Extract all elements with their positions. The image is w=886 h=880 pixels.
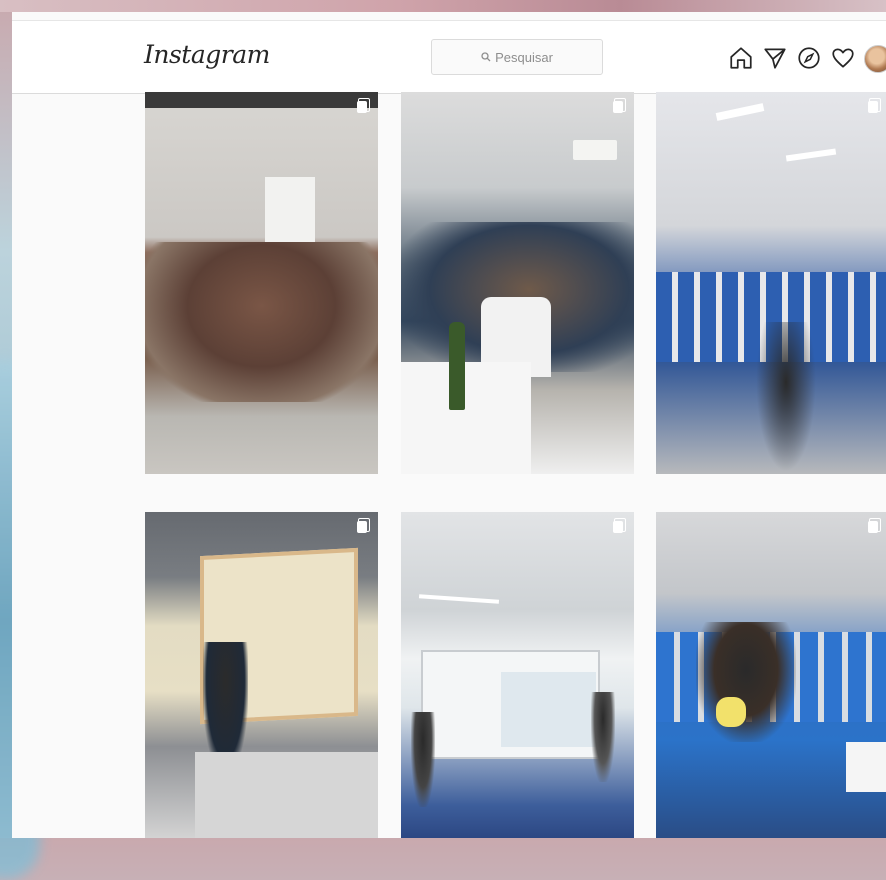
browser-viewport: Instagram Pesquisar [12, 12, 886, 838]
photo-detail [573, 140, 617, 160]
profile-avatar[interactable] [864, 45, 886, 73]
explore-icon[interactable] [796, 45, 822, 71]
photo-detail [418, 594, 500, 604]
multiple-photos-icon [357, 518, 370, 533]
photo-detail [696, 622, 796, 742]
post-thumbnail-2[interactable] [401, 92, 634, 474]
search-icon [481, 52, 491, 62]
photo-detail [195, 752, 378, 838]
multiple-photos-icon [868, 98, 881, 113]
post-thumbnail-4[interactable] [145, 512, 378, 838]
photo-detail [716, 697, 746, 727]
post-thumbnail-3[interactable] [656, 92, 886, 474]
post-thumbnail-1[interactable] [145, 92, 378, 474]
direct-message-icon[interactable] [762, 45, 788, 71]
post-thumbnail-6[interactable] [656, 512, 886, 838]
photo-detail [401, 362, 531, 474]
home-icon[interactable] [728, 45, 754, 71]
activity-heart-icon[interactable] [830, 45, 856, 71]
multiple-photos-icon [868, 518, 881, 533]
photo-detail [145, 92, 378, 108]
photo-detail [145, 242, 378, 402]
multiple-photos-icon [357, 98, 370, 113]
search-box[interactable]: Pesquisar [431, 39, 603, 75]
photo-detail [846, 742, 886, 792]
photo-detail [449, 322, 465, 410]
background-strip [0, 0, 886, 12]
search-placeholder: Pesquisar [495, 49, 553, 65]
photo-detail [501, 672, 596, 747]
photo-detail [785, 148, 837, 162]
top-navbar: Instagram Pesquisar [12, 20, 886, 94]
photo-detail [715, 103, 765, 121]
multiple-photos-icon [613, 518, 626, 533]
post-thumbnail-5[interactable] [401, 512, 634, 838]
multiple-photos-icon [613, 98, 626, 113]
photo-detail [591, 692, 615, 782]
photo-detail [411, 712, 435, 807]
instagram-logo[interactable]: Instagram [144, 40, 270, 69]
photo-detail [756, 322, 816, 472]
